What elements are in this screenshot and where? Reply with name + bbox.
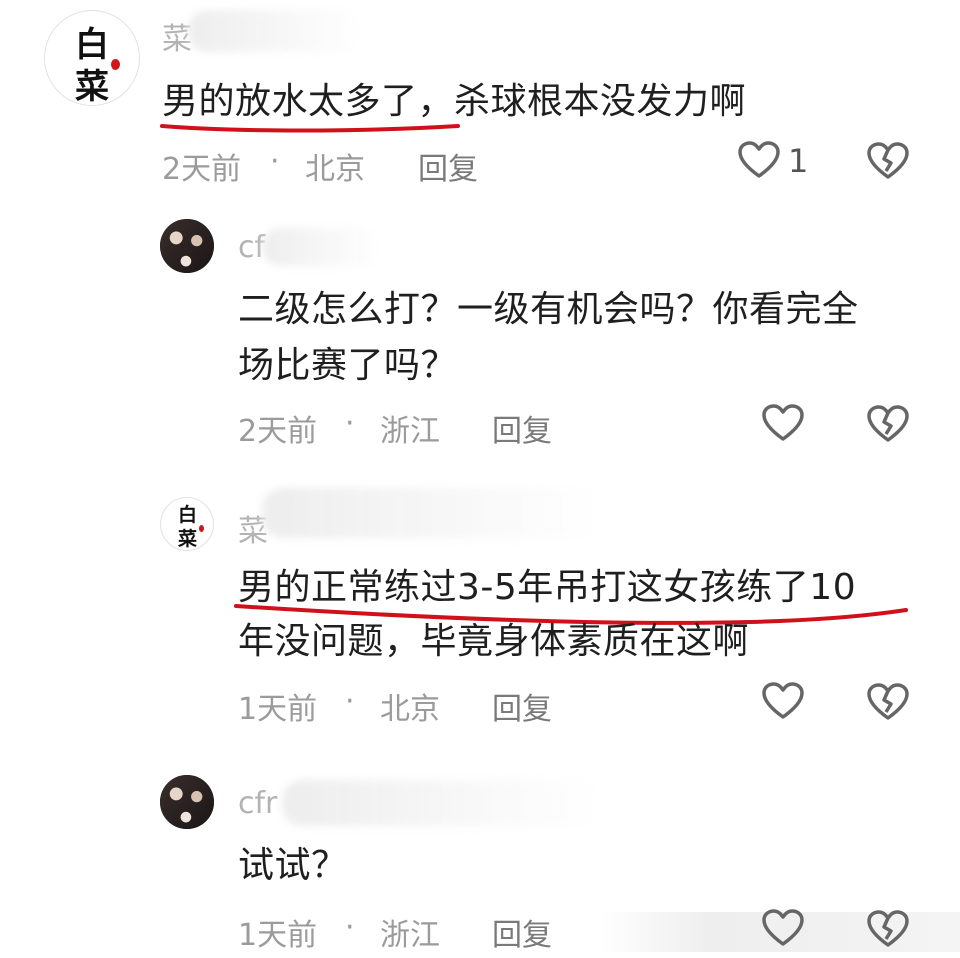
- avatar-seal: [111, 59, 120, 70]
- comment-time: 2天前: [162, 152, 242, 187]
- comment-text: 年没问题，毕竟身体素质在这啊: [238, 621, 750, 662]
- reply-button[interactable]: 回复: [418, 144, 478, 188]
- meta-separator: ·: [345, 406, 355, 441]
- username[interactable]: cf: [238, 230, 265, 265]
- avatar-char: 白: [178, 504, 198, 526]
- comment-location: 浙江: [380, 414, 440, 449]
- heart-icon[interactable]: [761, 681, 805, 721]
- meta-separator: ·: [270, 144, 280, 179]
- avatar[interactable]: 白 菜: [160, 497, 214, 551]
- username-redaction: [262, 488, 602, 538]
- avatar-char: 菜: [75, 67, 109, 106]
- reply-button[interactable]: 回复: [492, 406, 552, 450]
- comment-text: 男的放水太多了，杀球根本没发力啊: [162, 81, 747, 122]
- username[interactable]: cfr: [238, 786, 277, 821]
- comment-time: 1天前: [238, 918, 318, 953]
- avatar[interactable]: 白 菜: [44, 10, 140, 106]
- heart-icon[interactable]: [737, 140, 781, 180]
- comment-location: 浙江: [380, 918, 440, 953]
- heart-icon[interactable]: [761, 908, 805, 948]
- comment-time: 1天前: [238, 692, 318, 727]
- like-count: 1: [788, 142, 809, 180]
- comment-text: 二级怎么打？一级有机会吗？你看完全: [238, 289, 859, 330]
- comment-location: 北京: [380, 692, 440, 727]
- comment-text: 场比赛了吗？: [238, 345, 458, 386]
- reply-button[interactable]: 回复: [492, 910, 552, 954]
- avatar-seal: [199, 525, 204, 532]
- username-redaction: [262, 228, 382, 266]
- avatar-char: 菜: [178, 528, 198, 550]
- comment-time: 2天前: [238, 414, 318, 449]
- reply-button[interactable]: 回复: [492, 684, 552, 728]
- comment-text: 试试？: [238, 845, 348, 886]
- broken-heart-icon[interactable]: [865, 140, 911, 182]
- comment-location: 北京: [305, 152, 365, 187]
- username-redaction: [282, 780, 602, 826]
- broken-heart-icon[interactable]: [865, 908, 911, 950]
- heart-icon[interactable]: [761, 403, 805, 443]
- avatar[interactable]: [160, 219, 214, 273]
- meta-separator: ·: [345, 910, 355, 945]
- broken-heart-icon[interactable]: [865, 681, 911, 723]
- broken-heart-icon[interactable]: [865, 403, 911, 445]
- meta-separator: ·: [345, 684, 355, 719]
- comment-text: 男的正常练过3-5年吊打这女孩练了10: [238, 567, 857, 608]
- avatar[interactable]: [160, 775, 214, 829]
- username-redaction: [188, 10, 363, 52]
